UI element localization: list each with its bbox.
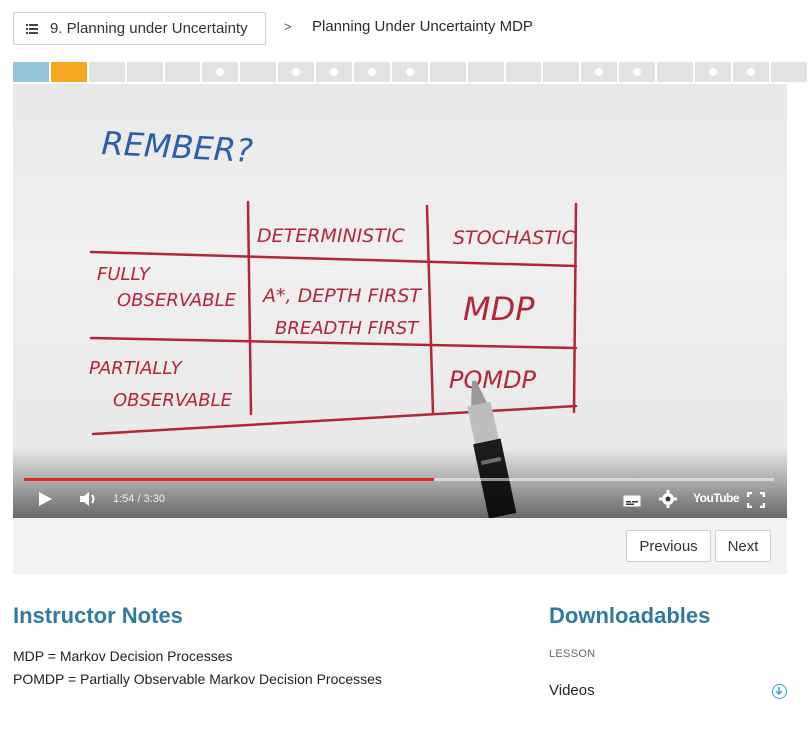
handwriting-col-deterministic: DETERMINISTIC bbox=[257, 225, 406, 247]
progress-segment[interactable] bbox=[467, 62, 506, 82]
quiz-dot-icon bbox=[746, 68, 755, 76]
gear-icon[interactable] bbox=[659, 490, 677, 513]
handwriting-row-partially-1: PARTIALLY bbox=[89, 358, 184, 379]
progress-segment[interactable] bbox=[429, 62, 468, 82]
page-title: Planning Under Uncertainty MDP bbox=[312, 18, 533, 35]
quiz-dot-icon bbox=[405, 68, 414, 76]
quiz-dot-icon bbox=[367, 68, 376, 76]
handwriting-cell-fd-2: BREADTH FIRST bbox=[275, 318, 420, 339]
quiz-dot-icon bbox=[292, 68, 301, 76]
captions-icon[interactable] bbox=[623, 494, 641, 512]
progress-segment[interactable] bbox=[164, 62, 203, 82]
progress-segment[interactable] bbox=[202, 62, 241, 82]
play-button[interactable] bbox=[37, 491, 53, 512]
download-icon[interactable] bbox=[772, 684, 787, 699]
handwriting-cell-ps: POMDP bbox=[449, 366, 537, 394]
grid-line bbox=[246, 200, 253, 416]
lesson-label: 9. Planning under Uncertainty bbox=[50, 20, 248, 37]
lesson-menu-button[interactable]: 9. Planning under Uncertainty bbox=[13, 12, 266, 45]
progress-segment[interactable] bbox=[732, 62, 771, 82]
progress-segment[interactable] bbox=[695, 62, 733, 82]
grid-line bbox=[89, 336, 578, 350]
instructor-notes-heading: Instructor Notes bbox=[13, 603, 183, 628]
handwriting-col-stochastic: STOCHASTIC bbox=[453, 227, 575, 249]
video-seek-played bbox=[24, 478, 435, 481]
youtube-logo[interactable]: YouTube bbox=[693, 491, 740, 505]
handwriting-cell-fs: MDP bbox=[463, 290, 535, 328]
handwriting-row-fully-1: FULLY bbox=[97, 264, 152, 285]
progress-segment[interactable] bbox=[316, 62, 355, 82]
handwriting-title: REMBER? bbox=[101, 124, 254, 170]
list-icon bbox=[26, 23, 38, 34]
quiz-dot-icon bbox=[595, 68, 604, 76]
note-line: POMDP = Partially Observable Markov Deci… bbox=[13, 671, 382, 687]
downloads-section-label: LESSON bbox=[549, 648, 596, 660]
fullscreen-icon[interactable] bbox=[746, 491, 766, 513]
progress-segment[interactable] bbox=[278, 62, 317, 82]
progress-segment[interactable] bbox=[50, 62, 89, 82]
progress-segment[interactable] bbox=[619, 62, 658, 82]
progress-segment[interactable] bbox=[770, 62, 809, 82]
progress-segment[interactable] bbox=[13, 62, 51, 82]
lesson-nav-panel: Previous Next bbox=[13, 518, 787, 574]
next-button[interactable]: Next bbox=[715, 530, 771, 562]
download-videos-link[interactable]: Videos bbox=[549, 682, 595, 699]
breadcrumb-separator: > bbox=[284, 19, 292, 34]
progress-segment[interactable] bbox=[505, 62, 544, 82]
progress-segment[interactable] bbox=[126, 62, 165, 82]
quiz-dot-icon bbox=[708, 68, 717, 76]
video-seekbar[interactable] bbox=[24, 478, 774, 481]
volume-icon[interactable] bbox=[79, 491, 99, 512]
video-player[interactable]: REMBER? DETERMINISTIC STOCHASTIC FULLY O… bbox=[13, 84, 787, 518]
previous-button[interactable]: Previous bbox=[626, 530, 711, 562]
handwriting-row-fully-2: OBSERVABLE bbox=[117, 290, 237, 311]
video-time: 1:54 / 3:30 bbox=[113, 493, 165, 505]
progress-segment[interactable] bbox=[581, 62, 620, 82]
progress-segment[interactable] bbox=[240, 62, 279, 82]
handwriting-cell-fd-1: A*, DEPTH FIRST bbox=[261, 285, 422, 307]
progress-segment[interactable] bbox=[543, 62, 582, 82]
quiz-dot-icon bbox=[330, 68, 339, 76]
lesson-progress-strip bbox=[13, 62, 809, 82]
grid-line bbox=[89, 250, 578, 268]
progress-segment[interactable] bbox=[391, 62, 430, 82]
grid-line bbox=[425, 204, 435, 416]
handwriting-row-partially-2: OBSERVABLE bbox=[113, 390, 233, 411]
progress-segment[interactable] bbox=[354, 62, 392, 82]
downloadables-heading: Downloadables bbox=[549, 603, 711, 628]
youtube-label: YouTube bbox=[693, 491, 740, 505]
note-line: MDP = Markov Decision Processes bbox=[13, 648, 233, 664]
quiz-dot-icon bbox=[216, 68, 225, 76]
progress-segment[interactable] bbox=[88, 62, 127, 82]
progress-segment[interactable] bbox=[657, 62, 696, 82]
quiz-dot-icon bbox=[633, 68, 642, 76]
